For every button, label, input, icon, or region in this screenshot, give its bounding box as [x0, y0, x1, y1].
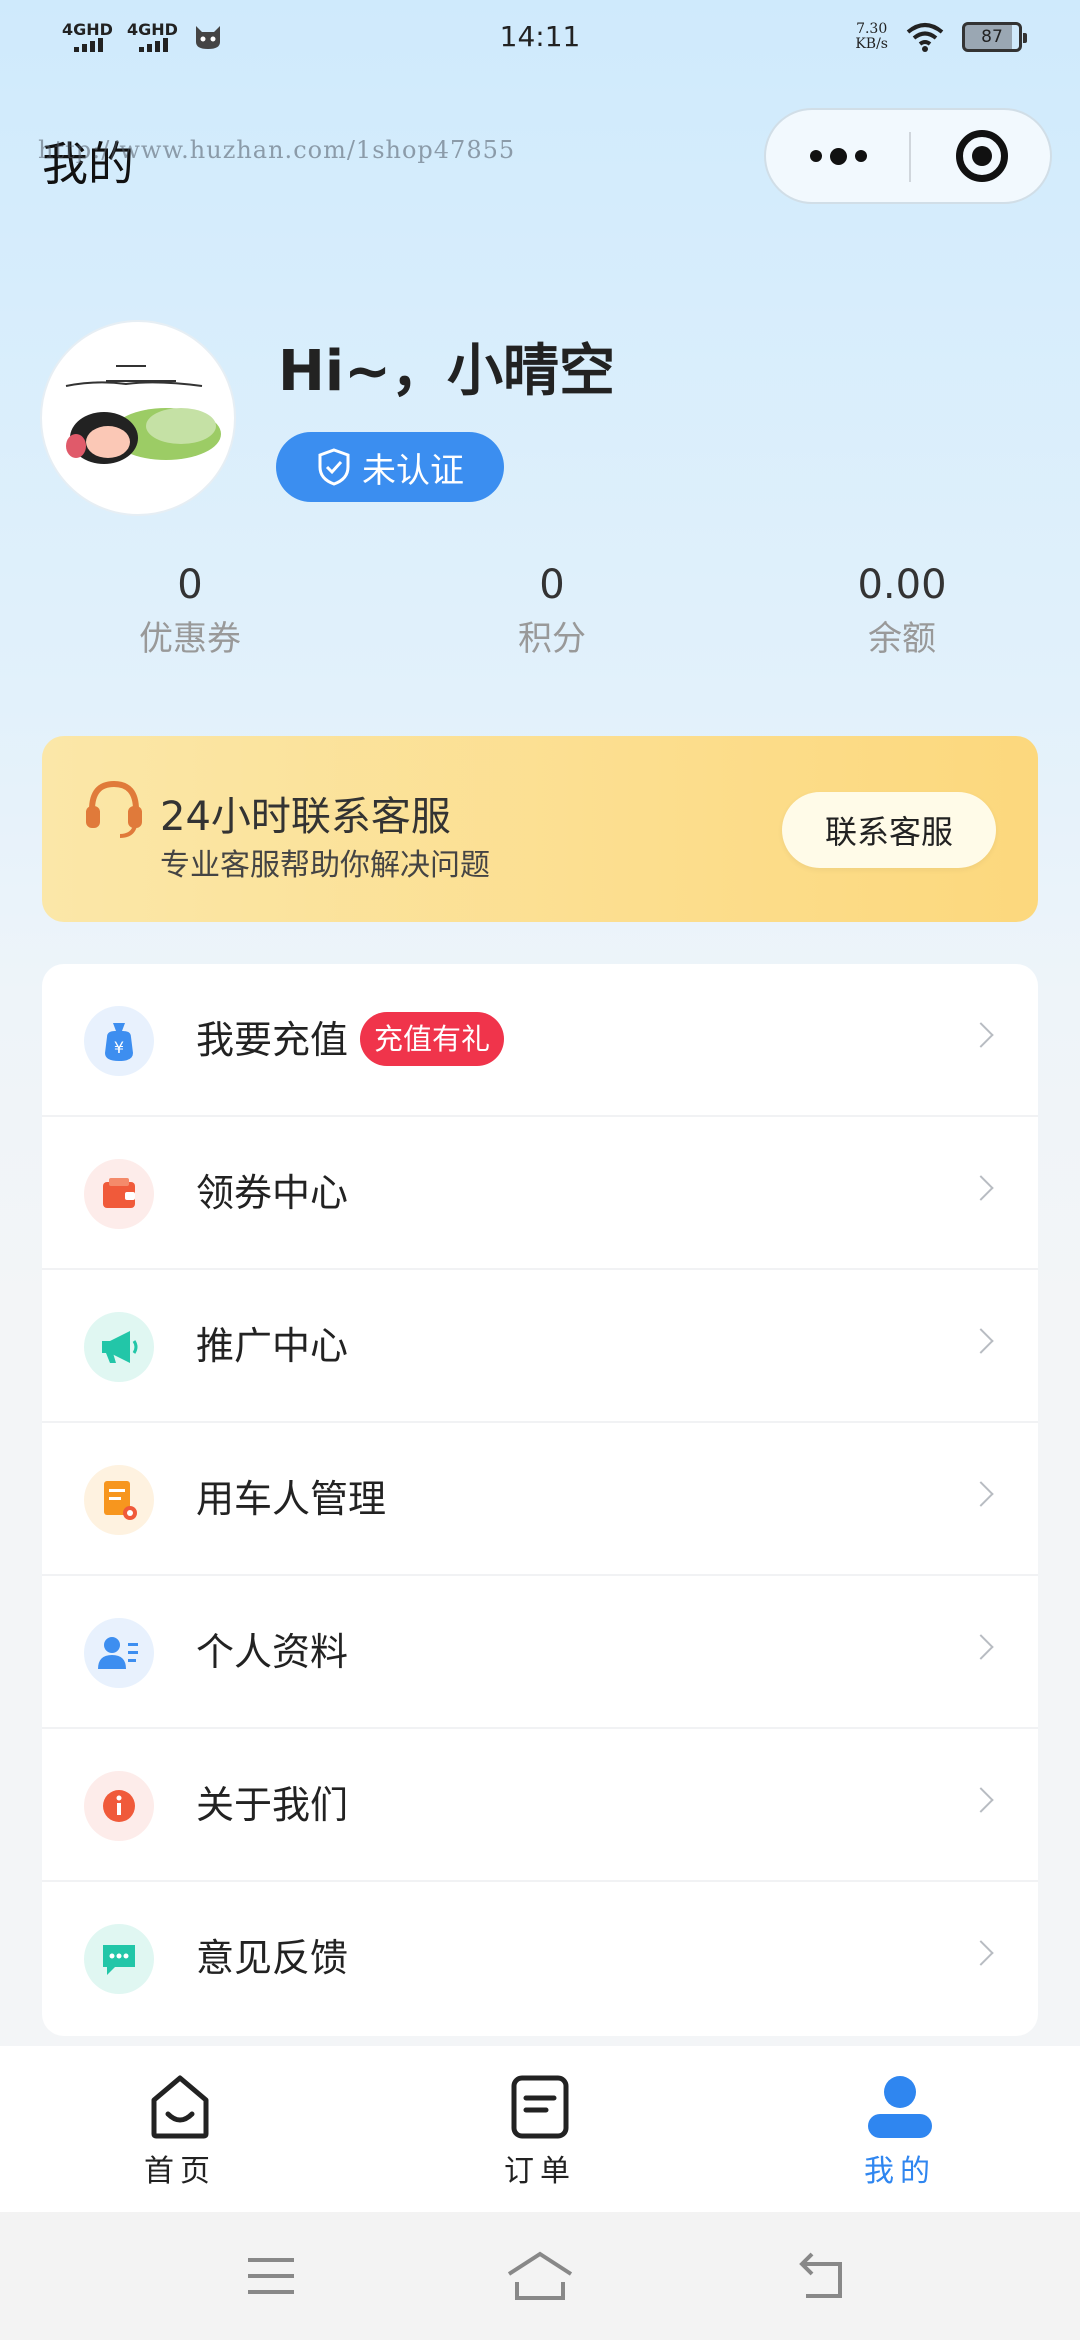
mini-program-capsule [764, 108, 1052, 204]
avatar[interactable] [42, 322, 234, 514]
tab-orders[interactable]: 订单 [440, 2046, 640, 2212]
more-button[interactable] [766, 110, 910, 202]
info-icon [84, 1771, 154, 1841]
tab-mine[interactable]: 我的 [800, 2046, 1000, 2212]
stats-row: 0 优惠券 0 积分 0.00 余额 [0, 560, 1080, 670]
home-nav-icon[interactable] [505, 2246, 575, 2306]
stat-points[interactable]: 0 积分 [422, 560, 682, 664]
customer-service-banner: 24小时联系客服 专业客服帮助你解决问题 联系客服 [42, 736, 1038, 922]
chevron-right-icon [968, 1634, 994, 1660]
headset-icon [86, 780, 142, 838]
promo-tag: 充值有礼 [360, 1012, 505, 1066]
chevron-right-icon [968, 1940, 994, 1966]
watermark: http://www.huzhan.com/1shop47855 [38, 136, 516, 164]
more-dots-icon [809, 150, 822, 162]
menu-item-passengers[interactable]: 用车人管理 [42, 1423, 1038, 1576]
service-title: 24小时联系客服 [160, 794, 451, 840]
service-subtitle: 专业客服帮助你解决问题 [160, 848, 490, 883]
shield-check-icon [318, 448, 350, 486]
status-right: 7.30 KB/s 87 [855, 21, 1027, 52]
menu-item-recharge[interactable]: ¥ 我要充值 充值有礼 [42, 964, 1038, 1117]
verify-status-button[interactable]: 未认证 [276, 432, 504, 502]
svg-text:¥: ¥ [114, 1038, 124, 1057]
system-nav-bar [0, 2212, 1080, 2340]
money-bag-icon: ¥ [84, 1006, 154, 1076]
megaphone-icon [84, 1312, 154, 1382]
tab-home[interactable]: 首页 [80, 2046, 280, 2212]
chevron-right-icon [968, 1175, 994, 1201]
chevron-right-icon [968, 1328, 994, 1354]
stat-coupons[interactable]: 0 优惠券 [60, 560, 320, 664]
home-icon [151, 2075, 209, 2139]
chat-icon [84, 1924, 154, 1994]
wifi-icon [906, 23, 944, 52]
chevron-right-icon [968, 1481, 994, 1507]
net-speed: 7.30 KB/s [855, 21, 888, 52]
avatar-image [46, 326, 230, 510]
bottom-tab-bar: 首页 订单 我的 [0, 2046, 1080, 2212]
order-icon [511, 2075, 569, 2139]
status-bar: 4GHD 4GHD 14:11 7.30 KB/s 87 [0, 0, 1080, 80]
menu-item-promotion[interactable]: 推广中心 [42, 1270, 1038, 1423]
battery-icon: 87 [962, 22, 1027, 52]
target-icon [956, 130, 1008, 182]
menu-item-feedback[interactable]: 意见反馈 [42, 1882, 1038, 2035]
greeting: Hi~，小晴空 [278, 339, 615, 404]
menu-item-profile[interactable]: 个人资料 [42, 1576, 1038, 1729]
menu-lines-icon[interactable] [236, 2246, 306, 2306]
contact-service-button[interactable]: 联系客服 [782, 792, 996, 868]
menu-item-coupons[interactable]: 领券中心 [42, 1117, 1038, 1270]
user-icon [868, 2076, 932, 2138]
user-card-icon [84, 1618, 154, 1688]
chevron-right-icon [968, 1022, 994, 1048]
wallet-icon [84, 1159, 154, 1229]
stat-balance[interactable]: 0.00 余额 [772, 560, 1032, 664]
close-miniprogram-button[interactable] [910, 110, 1054, 202]
menu-item-about[interactable]: 关于我们 [42, 1729, 1038, 1882]
document-icon [84, 1465, 154, 1535]
back-icon[interactable] [788, 2246, 858, 2306]
menu-list: ¥ 我要充值 充值有礼 领券中心 推广中心 用车人管理 个人资料 关于我们 意见… [42, 964, 1038, 2036]
chevron-right-icon [968, 1787, 994, 1813]
